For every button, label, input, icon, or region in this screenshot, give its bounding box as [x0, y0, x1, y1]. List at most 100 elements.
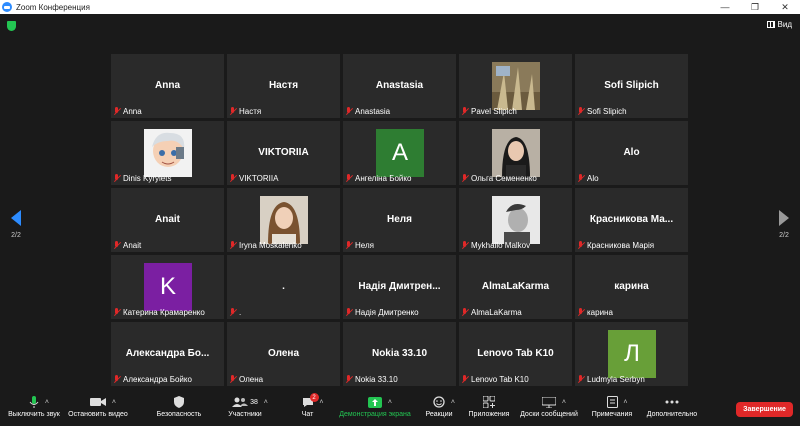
participant-tile[interactable]: Олена Олена	[227, 322, 340, 386]
chevron-up-icon[interactable]: ˄	[388, 399, 392, 406]
participant-tile[interactable]: А Ангеліна Бойко	[343, 121, 456, 185]
participant-tile[interactable]: Настя Настя	[227, 54, 340, 118]
tile-name: Настя	[268, 80, 299, 91]
prev-page-button[interactable]: 2/2	[6, 210, 26, 239]
participant-tile[interactable]: . .	[227, 255, 340, 319]
participant-tile[interactable]: Anastasia Anastasia	[343, 54, 456, 118]
participant-tile[interactable]: Lenovo Tab K10 Lenovo Tab K10	[459, 322, 572, 386]
tile-label: Ангеліна Бойко	[355, 174, 412, 183]
minimize-icon[interactable]: —	[710, 0, 740, 14]
chevron-up-icon[interactable]: ˄	[112, 399, 116, 406]
close-icon[interactable]: ✕	[770, 0, 800, 14]
participant-tile[interactable]: Ольга Семененко	[459, 121, 572, 185]
mic-muted-icon	[113, 241, 121, 250]
stop-video-button[interactable]: ˄ Остановить видео	[68, 393, 128, 426]
mute-button[interactable]: ˄ Выключить звук	[5, 393, 63, 426]
tile-label: Катерина Крамаренко	[123, 308, 205, 317]
chevron-up-icon[interactable]: ˄	[319, 399, 323, 406]
participant-tile[interactable]: AlmaLaKarma AlmaLaKarma	[459, 255, 572, 319]
mic-muted-icon	[577, 375, 585, 384]
participants-count: 38	[250, 398, 258, 406]
reactions-button[interactable]: ˄ Реакции	[425, 393, 455, 426]
mic-muted-icon	[229, 308, 237, 317]
tile-name: Anna	[155, 80, 180, 91]
view-button[interactable]: Вид	[766, 20, 792, 29]
participant-tile[interactable]: карина карина	[575, 255, 688, 319]
restore-icon[interactable]: ❐	[740, 0, 770, 14]
chat-button[interactable]: 2 ˄ Чат	[295, 393, 324, 426]
mic-muted-icon	[229, 241, 237, 250]
more-label: Дополнительно	[646, 411, 698, 418]
tile-label: Anna	[123, 107, 142, 116]
participant-tile[interactable]: Pavel Slipich	[459, 54, 572, 118]
apps-label: Приложения	[468, 411, 510, 418]
tile-name: Надія Дмитрен...	[358, 281, 441, 292]
chevron-up-icon[interactable]: ˄	[264, 399, 268, 406]
tile-label: Ludmyla Serbyn	[587, 375, 645, 384]
tile-label: Lenovo Tab K10	[471, 375, 529, 384]
tile-label: Pavel Slipich	[471, 107, 517, 116]
tile-name: Alo	[623, 147, 640, 158]
participant-tile[interactable]: Надія Дмитрен... Надія Дмитренко	[343, 255, 456, 319]
participant-tile[interactable]: Iryna Moskalenko	[227, 188, 340, 252]
profile-photo	[492, 129, 540, 177]
tile-label: Ольга Семененко	[471, 174, 537, 183]
more-button[interactable]: Дополнительно	[646, 393, 698, 426]
participants-icon	[232, 397, 249, 407]
participant-tile[interactable]: Mykhailo Malkov	[459, 188, 572, 252]
participant-tile[interactable]: Красникова Ма... Красникова Марія	[575, 188, 688, 252]
tile-name: Неля	[387, 214, 412, 225]
participants-button[interactable]: 38 ˄ Участники	[225, 393, 268, 426]
chevron-up-icon[interactable]: ˄	[623, 399, 627, 406]
mic-muted-icon	[113, 174, 121, 183]
participant-tile[interactable]: Александра Бо... Александра Бойко	[111, 322, 224, 386]
tile-label: Надія Дмитренко	[355, 308, 419, 317]
end-meeting-button[interactable]: Завершение	[736, 402, 793, 417]
share-screen-button[interactable]: ˄ Демонстрация экрана	[338, 393, 412, 426]
whiteboards-button[interactable]: ˄ Доски сообщений	[519, 393, 579, 426]
notes-icon	[606, 396, 618, 408]
reactions-label: Реакции	[425, 411, 453, 418]
mic-muted-icon	[345, 308, 353, 317]
tile-label: Олена	[239, 375, 264, 384]
participant-tile[interactable]: Anna Anna	[111, 54, 224, 118]
page-indicator-left: 2/2	[11, 232, 21, 239]
window-title: Zoom Конференция	[16, 2, 90, 12]
title-bar: Zoom Конференция — ❐ ✕	[0, 0, 800, 14]
mic-muted-icon	[461, 375, 469, 384]
mic-muted-icon	[461, 241, 469, 250]
participant-tile[interactable]: Sofi Slipich Sofi Slipich	[575, 54, 688, 118]
avatar: K	[144, 263, 192, 311]
whiteboards-label: Доски сообщений	[520, 411, 578, 418]
participant-tile[interactable]: Л Ludmyla Serbyn	[575, 322, 688, 386]
tile-name: Олена	[267, 348, 300, 359]
participant-tile[interactable]: K Катерина Крамаренко	[111, 255, 224, 319]
profile-photo	[492, 62, 540, 110]
meeting-toolbar: ˄ Выключить звук ˄ Остановить видео Безо…	[0, 393, 800, 426]
participant-tile[interactable]: VIKTORIIA VIKTORIIA	[227, 121, 340, 185]
microphone-icon	[29, 396, 39, 408]
notes-button[interactable]: ˄ Примечания	[591, 393, 633, 426]
share-label: Демонстрация экрана	[339, 411, 411, 418]
apps-button[interactable]: Приложения	[467, 393, 511, 426]
participant-tile[interactable]: Alo Alo	[575, 121, 688, 185]
profile-photo	[260, 196, 308, 244]
profile-photo	[492, 196, 540, 244]
security-button[interactable]: Безопасность	[155, 393, 203, 426]
chevron-up-icon[interactable]: ˄	[451, 399, 455, 406]
participants-label: Участники	[228, 411, 262, 418]
chevron-up-icon[interactable]: ˄	[562, 399, 566, 406]
participant-tile[interactable]: Неля Неля	[343, 188, 456, 252]
tile-label: Nokia 33.10	[355, 375, 398, 384]
tile-name: Nokia 33.10	[371, 348, 428, 359]
mic-muted-icon	[113, 107, 121, 116]
next-page-button[interactable]: 2/2	[774, 210, 794, 239]
chevron-up-icon[interactable]: ˄	[45, 399, 49, 406]
tile-name: AlmaLaKarma	[481, 281, 550, 292]
more-dots-icon	[665, 400, 679, 404]
participant-tile[interactable]: Dinis Kyrylets	[111, 121, 224, 185]
encryption-shield-icon[interactable]	[7, 21, 16, 31]
mic-muted-icon	[345, 174, 353, 183]
participant-tile[interactable]: Nokia 33.10 Nokia 33.10	[343, 322, 456, 386]
participant-tile[interactable]: Anait Anait	[111, 188, 224, 252]
